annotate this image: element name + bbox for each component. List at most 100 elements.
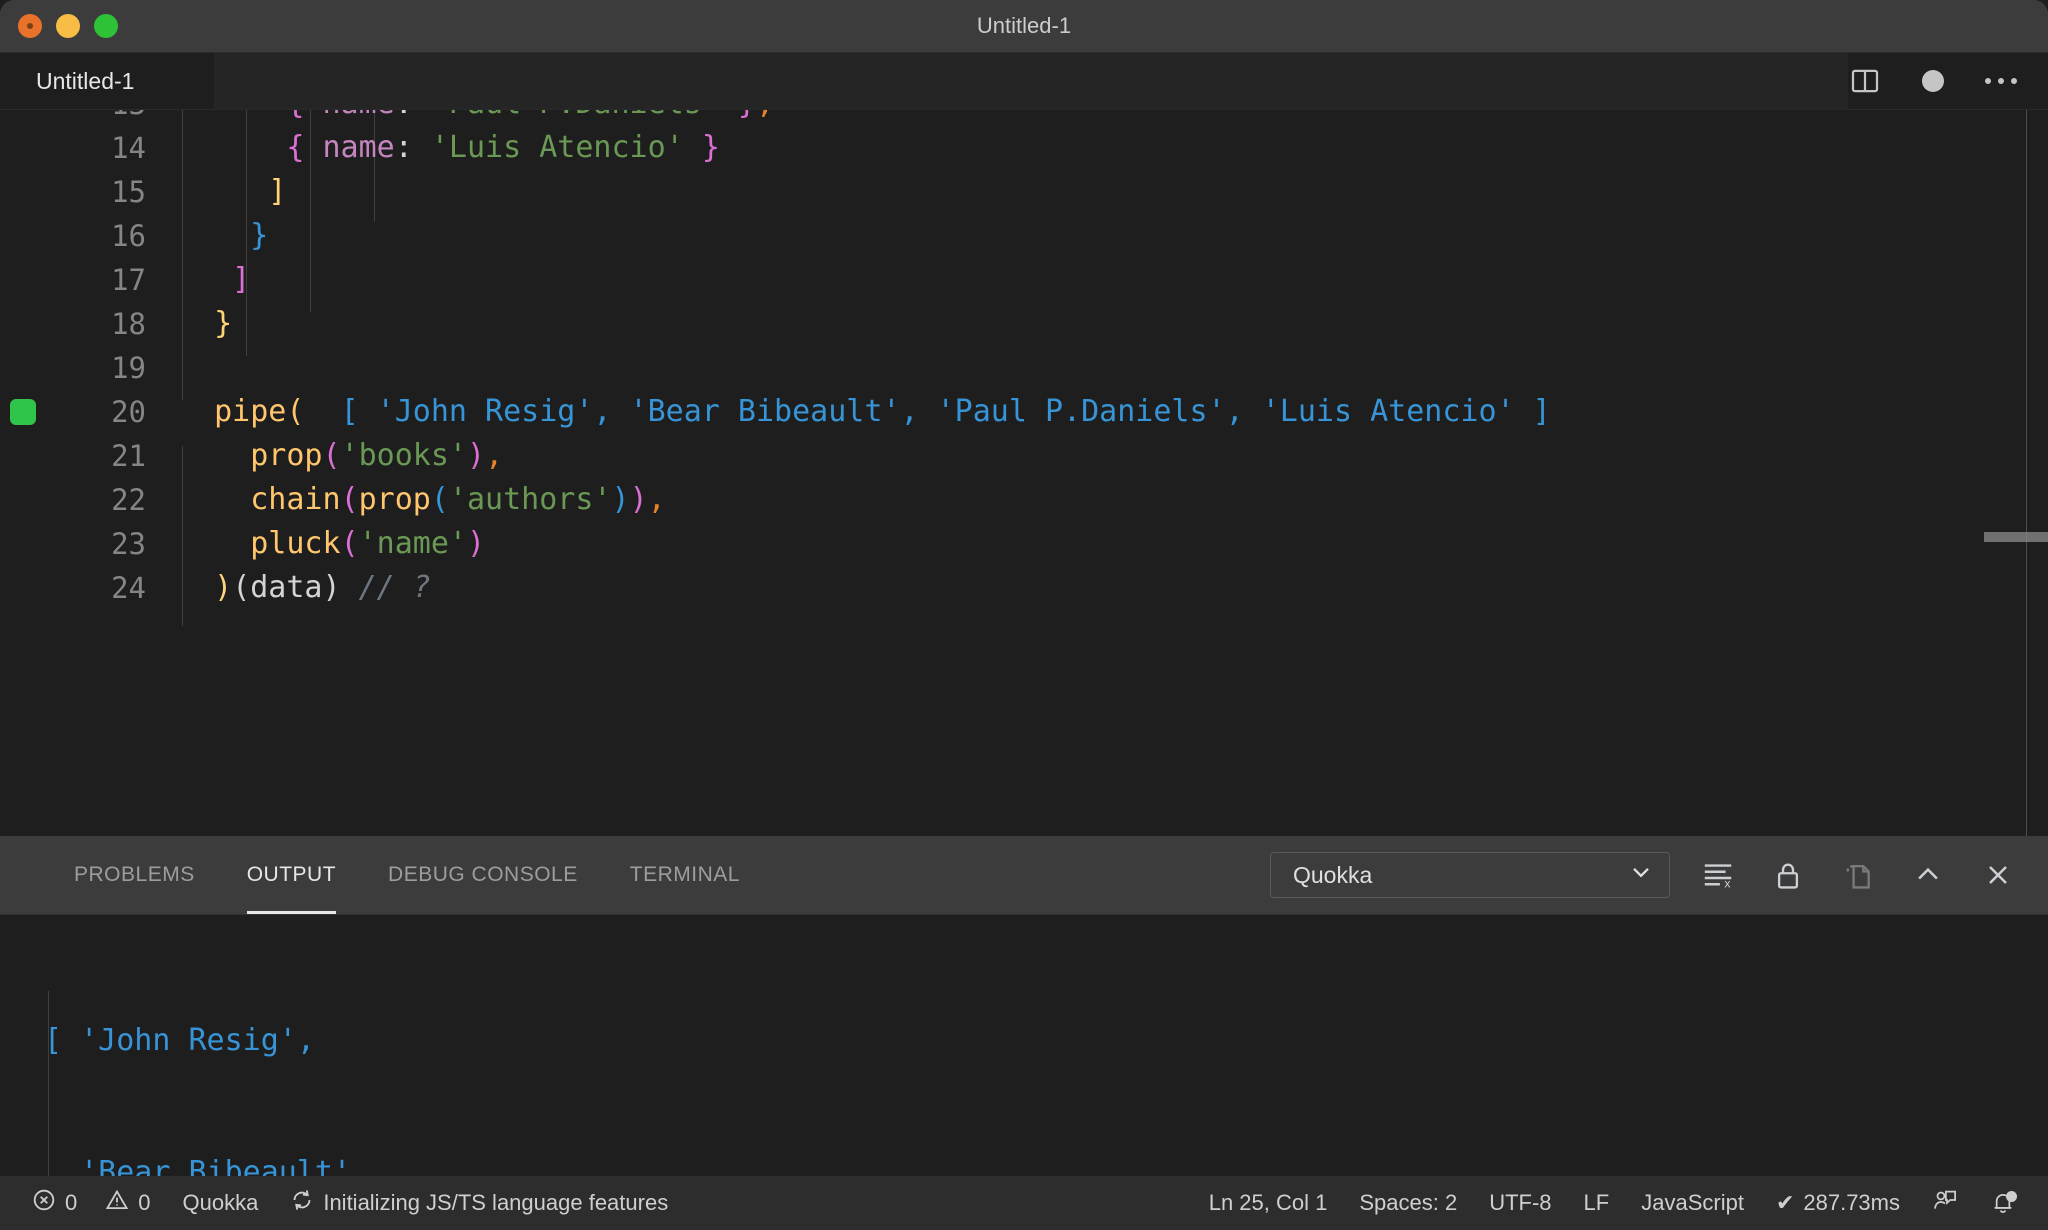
line-number: 18 (111, 307, 146, 341)
lock-scroll-icon[interactable] (1766, 853, 1810, 897)
panel-tab-debug-console[interactable]: DEBUG CONSOLE (362, 836, 604, 914)
line-number: 20 (111, 395, 146, 429)
object-key: name (322, 130, 395, 165)
eol-label: LF (1583, 1190, 1610, 1215)
close-window-button[interactable] (18, 14, 42, 38)
warning-icon (105, 1188, 129, 1218)
status-indentation[interactable]: Spaces: 2 (1343, 1190, 1473, 1216)
line-number: 15 (111, 175, 146, 209)
panel-tab-label: PROBLEMS (74, 863, 195, 886)
status-feedback[interactable] (1916, 1187, 1974, 1219)
editor-horizontal-scrollbar[interactable] (0, 532, 2048, 544)
bell-icon (1990, 1190, 2017, 1216)
code-line-17: 17 ] (0, 258, 2048, 302)
panel-tab-terminal[interactable]: TERMINAL (604, 836, 766, 914)
svg-text:x: x (1724, 876, 1731, 890)
open-in-editor-icon[interactable] (1836, 853, 1880, 897)
maximize-panel-icon[interactable] (1906, 853, 1950, 897)
line-source: )(data) // ? (214, 570, 431, 605)
status-quokka[interactable]: Quokka (167, 1176, 275, 1230)
code-editor[interactable]: 13 { name: 'Paul P.Daniels' }, 14 { name… (0, 109, 2048, 836)
error-icon (32, 1188, 56, 1218)
string-literal: 'books' (340, 438, 467, 473)
panel-tabs: PROBLEMS OUTPUT DEBUG CONSOLE TERMINAL (48, 836, 766, 914)
code-line-14: 14 { name: 'Luis Atencio' } (0, 126, 2048, 170)
panel-tab-label: OUTPUT (246, 863, 337, 886)
sync-icon (290, 1188, 314, 1218)
status-eol[interactable]: LF (1568, 1190, 1626, 1216)
status-language-mode[interactable]: JavaScript (1625, 1190, 1760, 1216)
code-line-19: 19 (0, 346, 2048, 390)
gutter-marker (0, 399, 46, 425)
line-source: ] (178, 174, 287, 209)
line-number: 22 (111, 483, 146, 517)
status-task-label: Initializing JS/TS language features (323, 1190, 669, 1215)
line-number: 21 (111, 439, 146, 473)
editor-right-edge (2026, 110, 2027, 836)
clear-output-icon[interactable]: x (1696, 853, 1740, 897)
line-number: 23 (111, 527, 146, 561)
line-number: 17 (111, 263, 146, 297)
editor-tab-untitled-1[interactable]: Untitled-1 (0, 53, 214, 109)
status-run-time[interactable]: ✔ 287.73ms (1760, 1190, 1916, 1216)
object-key: name (323, 110, 395, 121)
string-literal: 'Paul P.Daniels' (431, 110, 720, 121)
editor-tabbar: Untitled-1 (0, 53, 2048, 109)
line-number: 14 (111, 131, 146, 165)
status-cursor-position[interactable]: Ln 25, Col 1 (1193, 1190, 1344, 1216)
language-mode-label: JavaScript (1641, 1190, 1744, 1215)
unsaved-dot-icon[interactable] (1916, 64, 1950, 98)
line-source: chain(prop('authors')), (250, 482, 666, 517)
string-literal: 'Luis Atencio' (430, 130, 684, 165)
tabbar-filler (214, 53, 1848, 109)
line-source: { name: 'Luis Atencio' } (286, 130, 720, 165)
panel-tab-output[interactable]: OUTPUT (221, 836, 362, 914)
output-line: 'Bear Bibeault', (44, 1155, 370, 1176)
line-number: 13 (46, 110, 178, 126)
encoding-label: UTF-8 (1489, 1190, 1552, 1215)
chevron-down-icon (1627, 858, 1655, 892)
warning-count: 0 (138, 1190, 151, 1215)
output-channel-select[interactable]: Quokka (1270, 852, 1670, 898)
output-view[interactable]: [ 'John Resig', 'Bear Bibeault', 'Paul P… (0, 914, 2048, 1176)
function-name: prop (250, 438, 323, 473)
panel-tab-label: DEBUG CONSOLE (388, 863, 578, 886)
window-title: Untitled-1 (976, 13, 1072, 38)
output-line: [ 'John Resig', (44, 1023, 315, 1058)
code-line-16: 16 } (0, 214, 2048, 258)
output-indent-guide (48, 991, 49, 1176)
code-line-18: 18 } (0, 302, 2048, 346)
status-task[interactable]: Initializing JS/TS language features (274, 1176, 684, 1230)
line-number: 16 (111, 219, 146, 253)
status-quokka-label: Quokka (182, 1190, 259, 1215)
feedback-icon (1932, 1187, 1958, 1219)
call-expression: (data) (232, 570, 341, 605)
inner-function-name: prop (358, 482, 431, 517)
status-right-group: Ln 25, Col 1 Spaces: 2 UTF-8 LF JavaScri… (1193, 1187, 2032, 1219)
status-problems[interactable]: 0 0 (16, 1176, 167, 1230)
window-titlebar: Untitled-1 (0, 0, 2048, 53)
code-line-24: 24 )(data) // ? (0, 566, 2048, 610)
more-actions-icon[interactable] (1984, 64, 2018, 98)
vscode-window: Untitled-1 Untitled-1 14 {name: 'Luis A… (0, 0, 2048, 1230)
close-panel-icon[interactable] (1976, 853, 2020, 897)
code-line-21: 21 prop('books'), (0, 434, 2048, 478)
traffic-light-group (0, 14, 118, 38)
panel-tab-problems[interactable]: PROBLEMS (48, 836, 221, 914)
code-line-15: 15 ] (0, 170, 2048, 214)
editor-tab-actions (1848, 53, 2048, 109)
function-name: chain (250, 482, 341, 517)
line-source: } (178, 218, 269, 253)
status-notifications[interactable] (1974, 1190, 2032, 1216)
maximize-window-button[interactable] (94, 14, 118, 38)
split-editor-icon[interactable] (1848, 64, 1882, 98)
cursor-position-label: Ln 25, Col 1 (1208, 1190, 1328, 1215)
minimize-window-button[interactable] (56, 14, 80, 38)
panel-header: PROBLEMS OUTPUT DEBUG CONSOLE TERMINAL Q… (0, 836, 2048, 914)
editor-tab-label: Untitled-1 (36, 67, 135, 94)
status-bar: 0 0 Quokka Initializing JS/TS language f… (0, 1176, 2048, 1230)
line-source: } (178, 306, 233, 341)
scrollbar-thumb[interactable] (1984, 532, 2048, 542)
status-encoding[interactable]: UTF-8 (1473, 1190, 1567, 1216)
indentation-label: Spaces: 2 (1359, 1190, 1458, 1215)
